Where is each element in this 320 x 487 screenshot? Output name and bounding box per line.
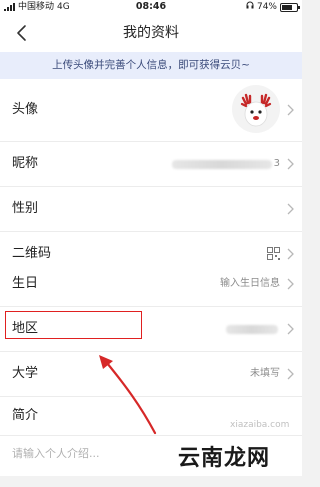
nickname-row[interactable]: 昵称 3 [0,142,302,187]
chevron-right-icon [287,278,294,290]
watermark-url: xiazaiba.com [230,420,290,430]
nickname-value-blurred [172,160,272,169]
headphone-icon [246,0,254,14]
avatar-label: 头像 [12,102,39,117]
chevron-right-icon [287,203,294,215]
chevron-right-icon [287,368,294,380]
birthday-row[interactable]: 生日 输入生日信息 [0,262,302,307]
battery-icon [280,2,300,12]
status-bar: 中国移动 4G 08:46 74% [0,0,302,14]
annotation-arrow-icon [99,355,157,435]
watermark-logo-text: 云南龙网 [175,440,274,472]
region-value-blurred [226,325,278,334]
profile-group: 头像 昵称 3 性别 二维码 [0,79,302,276]
reindeer-avatar-icon [232,85,280,133]
birthday-label: 生日 [12,276,39,291]
intro-input[interactable]: 请输入个人介绍... [12,436,100,472]
chevron-right-icon [287,323,294,335]
university-label: 大学 [12,366,39,381]
birthday-value: 输入生日信息 [220,278,280,289]
university-value: 未填写 [250,368,280,379]
info-banner[interactable]: 上传头像并完善个人信息，即可获得云贝~ [0,52,302,79]
nickname-value-tail: 3 [273,158,280,169]
page-title: 我的资料 [123,25,179,41]
region-highlight-box [5,311,142,339]
gender-label: 性别 [12,201,39,216]
intro-label: 简介 [12,408,39,423]
avatar-row[interactable]: 头像 [0,79,302,142]
chevron-right-icon [287,158,294,170]
chevron-right-icon [287,248,294,260]
chevron-right-icon [287,104,294,116]
qrcode-icon [267,247,280,260]
gender-row[interactable]: 性别 [0,187,302,232]
nickname-label: 昵称 [12,156,39,171]
nav-bar: 我的资料 [0,14,302,52]
battery-percent: 74% [256,2,277,12]
avatar[interactable] [232,85,280,133]
